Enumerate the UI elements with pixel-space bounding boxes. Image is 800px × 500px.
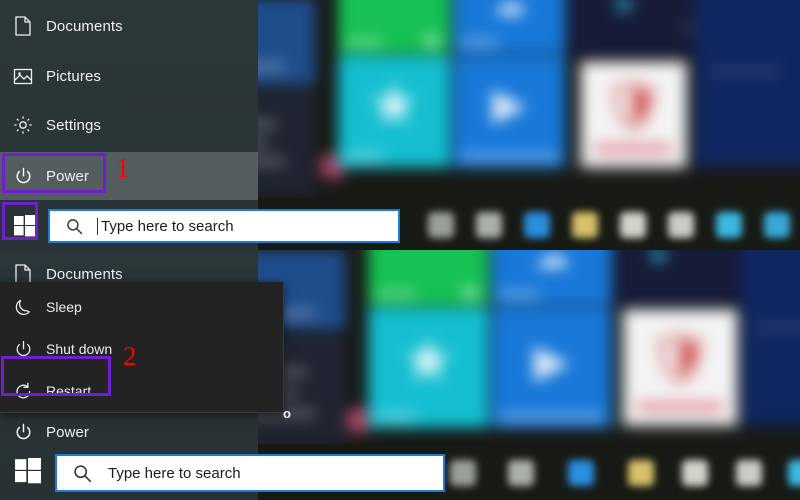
star-icon: ★	[400, 325, 456, 394]
tile-far-right	[694, 0, 800, 168]
tile-star: ★	[368, 307, 489, 428]
flyout-item-shutdown-label: Shut down	[46, 341, 113, 357]
flyout-item-restart[interactable]: Restart	[0, 370, 283, 412]
gear-icon	[0, 115, 46, 135]
tile-play: ▶	[491, 307, 612, 428]
send-icon: ➤	[611, 0, 638, 21]
menu-item-pictures[interactable]: Pictures	[0, 52, 258, 100]
power-icon	[0, 167, 46, 186]
restart-icon	[0, 382, 46, 401]
start-button[interactable]	[6, 450, 50, 492]
menu-item-power-label: Power	[46, 423, 90, 441]
search-placeholder: Type here to search	[108, 464, 241, 482]
top-taskbar: Type here to search	[0, 202, 800, 250]
pictures-icon	[0, 68, 46, 85]
tile-green	[337, 0, 451, 54]
menu-item-settings-label: Settings	[46, 116, 101, 134]
flyout-item-sleep[interactable]: Sleep	[0, 286, 283, 328]
shield-icon: 🛡	[601, 76, 667, 135]
menu-item-documents[interactable]: Documents	[0, 2, 258, 50]
bottom-start-tiles: ★ ☁ ▶ ➤ 🛡	[172, 250, 800, 448]
menu-item-power-label: Power	[46, 167, 90, 185]
shield-icon: 🛡	[646, 329, 714, 389]
tile-play: ▶	[453, 55, 566, 168]
tile-antivirus: 🛡	[623, 309, 738, 426]
star-icon: ★	[367, 72, 421, 139]
bottom-panel-step-2: ★ ☁ ▶ ➤ 🛡 Documents Power Sleep Shut dow…	[0, 250, 800, 500]
search-input[interactable]: Type here to search	[55, 454, 445, 492]
bottom-taskbar: Type here to search	[0, 444, 800, 500]
menu-item-documents-label: Documents	[46, 17, 123, 35]
flyout-item-sleep-label: Sleep	[46, 299, 82, 315]
search-input[interactable]: Type here to search	[48, 209, 400, 243]
search-caret	[97, 217, 98, 235]
document-icon	[0, 264, 46, 284]
search-placeholder: Type here to search	[101, 217, 234, 235]
menu-item-documents-label: Documents	[46, 265, 123, 283]
send-icon: ➤	[646, 250, 672, 272]
windows-logo-icon	[15, 458, 41, 484]
menu-item-pictures-label: Pictures	[46, 67, 101, 85]
tile-cloud: ☁	[453, 0, 566, 54]
menu-item-settings[interactable]: Settings	[0, 101, 258, 149]
tile-antivirus: 🛡	[580, 61, 687, 168]
tile-far-right	[741, 250, 800, 426]
flyout-item-restart-label: Restart	[46, 383, 92, 399]
step-number-1: 1	[116, 153, 130, 183]
stray-text-artifact: o	[283, 406, 291, 421]
power-icon	[0, 340, 46, 359]
windows-logo-icon	[14, 215, 36, 237]
moon-icon	[0, 298, 46, 317]
flyout-item-shutdown[interactable]: Shut down	[0, 328, 283, 370]
tile-star: ★	[337, 55, 451, 168]
tile-cloud: ☁	[491, 250, 612, 306]
cloud-icon: ☁	[491, 0, 527, 23]
document-icon	[0, 16, 46, 36]
search-icon	[66, 218, 83, 235]
play-icon: ▶	[533, 333, 570, 387]
tile-green	[368, 250, 489, 306]
step-number-2: 2	[123, 341, 137, 371]
power-icon	[0, 423, 46, 442]
start-button[interactable]	[4, 206, 46, 246]
cloud-icon: ☁	[533, 250, 570, 276]
top-start-tiles: ★ ☁ ▶ ➤ 🛡	[142, 0, 800, 197]
play-icon: ▶	[491, 79, 527, 130]
top-panel-step-1: ★ ☁ ▶ ➤ 🛡 Documents Pictures Settings Po…	[0, 0, 800, 250]
power-flyout-menu: Sleep Shut down Restart	[0, 282, 284, 413]
search-icon	[73, 464, 92, 483]
